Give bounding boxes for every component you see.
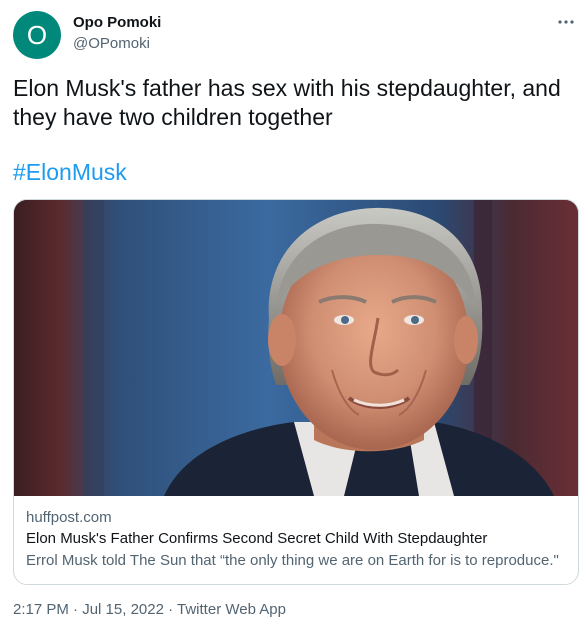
tweet: O Opo Pomoki @OPomoki Elon Musk's father… [0, 0, 588, 626]
more-dots [558, 20, 574, 24]
hashtag-link[interactable]: #ElonMusk [13, 158, 127, 187]
portrait-photo [14, 200, 578, 496]
avatar[interactable]: O [13, 11, 61, 59]
more-horizontal-icon[interactable] [556, 12, 576, 32]
card-title[interactable]: Elon Musk's Father Confirms Second Secre… [26, 529, 566, 551]
tweet-source[interactable]: Twitter Web App [177, 601, 286, 618]
user-handle[interactable]: @OPomoki [73, 35, 150, 52]
tweet-date[interactable]: Jul 15, 2022 [82, 601, 164, 618]
meta-separator: · [68, 601, 83, 618]
tweet-time[interactable]: 2:17 PM [13, 601, 69, 618]
meta-separator: · [163, 601, 178, 618]
link-card[interactable]: huffpost.com Elon Musk's Father Confirms… [13, 199, 579, 585]
card-meta: huffpost.com Elon Musk's Father Confirms… [26, 508, 566, 571]
card-domain: huffpost.com [26, 509, 112, 526]
tweet-text: Elon Musk's father has sex with his step… [13, 75, 561, 130]
display-name[interactable]: Opo Pomoki [73, 14, 161, 31]
tweet-metadata: 2:17 PM · Jul 15, 2022 · Twitter Web App [13, 601, 286, 618]
card-image[interactable] [14, 200, 578, 496]
card-description: Errol Musk told The Sun that “the only t… [26, 552, 559, 569]
